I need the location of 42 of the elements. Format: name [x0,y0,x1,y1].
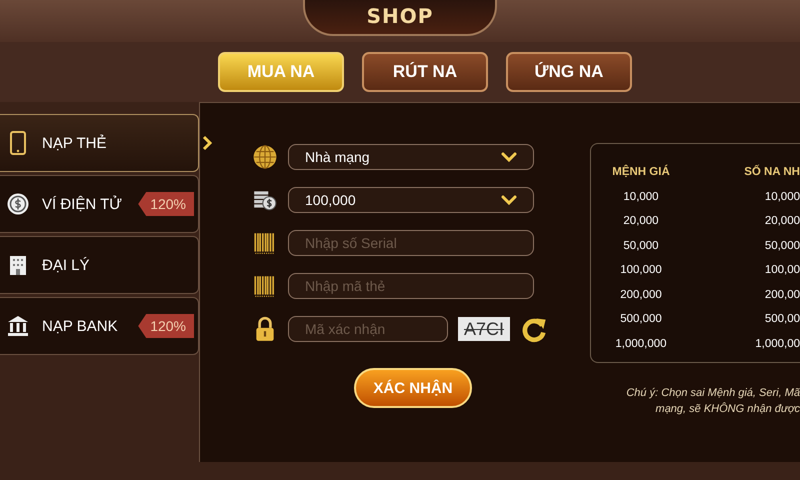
chevron-down-icon [501,152,517,162]
note-text: mạng, sẽ KHÔNG nhận được [654,401,800,417]
table-cell-text: 200,00 [764,288,800,301]
table-cell-text: 50,000 [764,240,800,252]
table-cell-text: 100,00 [764,264,800,276]
bonus-badge: 120% [138,192,194,216]
tab[interactable]: RÚT NA [362,52,488,92]
tab[interactable]: ỨNG NA [506,52,632,92]
table-cell-text: 20,000 [622,215,660,228]
table-cell-text: 500,00 [764,313,800,326]
bonus-badge: 120% [138,314,194,338]
column-header: MỆNH GIÁ [611,166,671,178]
sidebar-item[interactable]: VÍ ĐIỆN TỬ 120% [0,175,199,233]
sidebar-label: NẠP BANK [42,318,119,334]
captcha-image: A7CI [458,317,510,341]
sidebar-label: ĐẠI LÝ [42,256,91,274]
globe-icon [252,144,278,170]
table-cell-text: 10,000 [764,190,800,203]
table-cell-text: 50,000 [622,240,660,252]
table-cell-text: 1,000,00 [754,338,800,350]
input-field[interactable]: Mã xác nhận [288,316,448,342]
table-cell-text: 100,000 [619,264,663,276]
table-cell-text: 10,000 [622,190,660,203]
note-text: Chú ý: Chọn sai Mệnh giá, Seri, Mã [625,386,800,401]
sidebar-label: VÍ ĐIỆN TỬ [42,196,124,212]
table-cell-text: 20,000 [764,215,800,228]
input-field[interactable]: Nhập mã thẻ [288,273,534,299]
dropdown[interactable]: 100,000 [288,187,534,213]
table-cell-text: 200,000 [619,288,663,301]
sidebar-item[interactable]: NẠP BANK 120% [0,297,199,355]
input-field[interactable]: Nhập số Serial [288,230,534,256]
chevron-down-icon [501,195,517,205]
column-header: SỐ NA NH [743,166,800,178]
table-cell-text: 1,000,000 [614,338,668,350]
chevron-icon [202,135,212,151]
sidebar-item[interactable]: ĐẠI LÝ [0,236,199,294]
coin-icon [6,192,30,216]
sidebar-label: NẠP THẺ [42,134,108,152]
shop-title: SHOP [303,0,497,36]
bank-icon [6,314,30,338]
table-cell-text: 500,000 [619,313,663,326]
dropdown[interactable]: Nhà mạng [288,144,534,170]
